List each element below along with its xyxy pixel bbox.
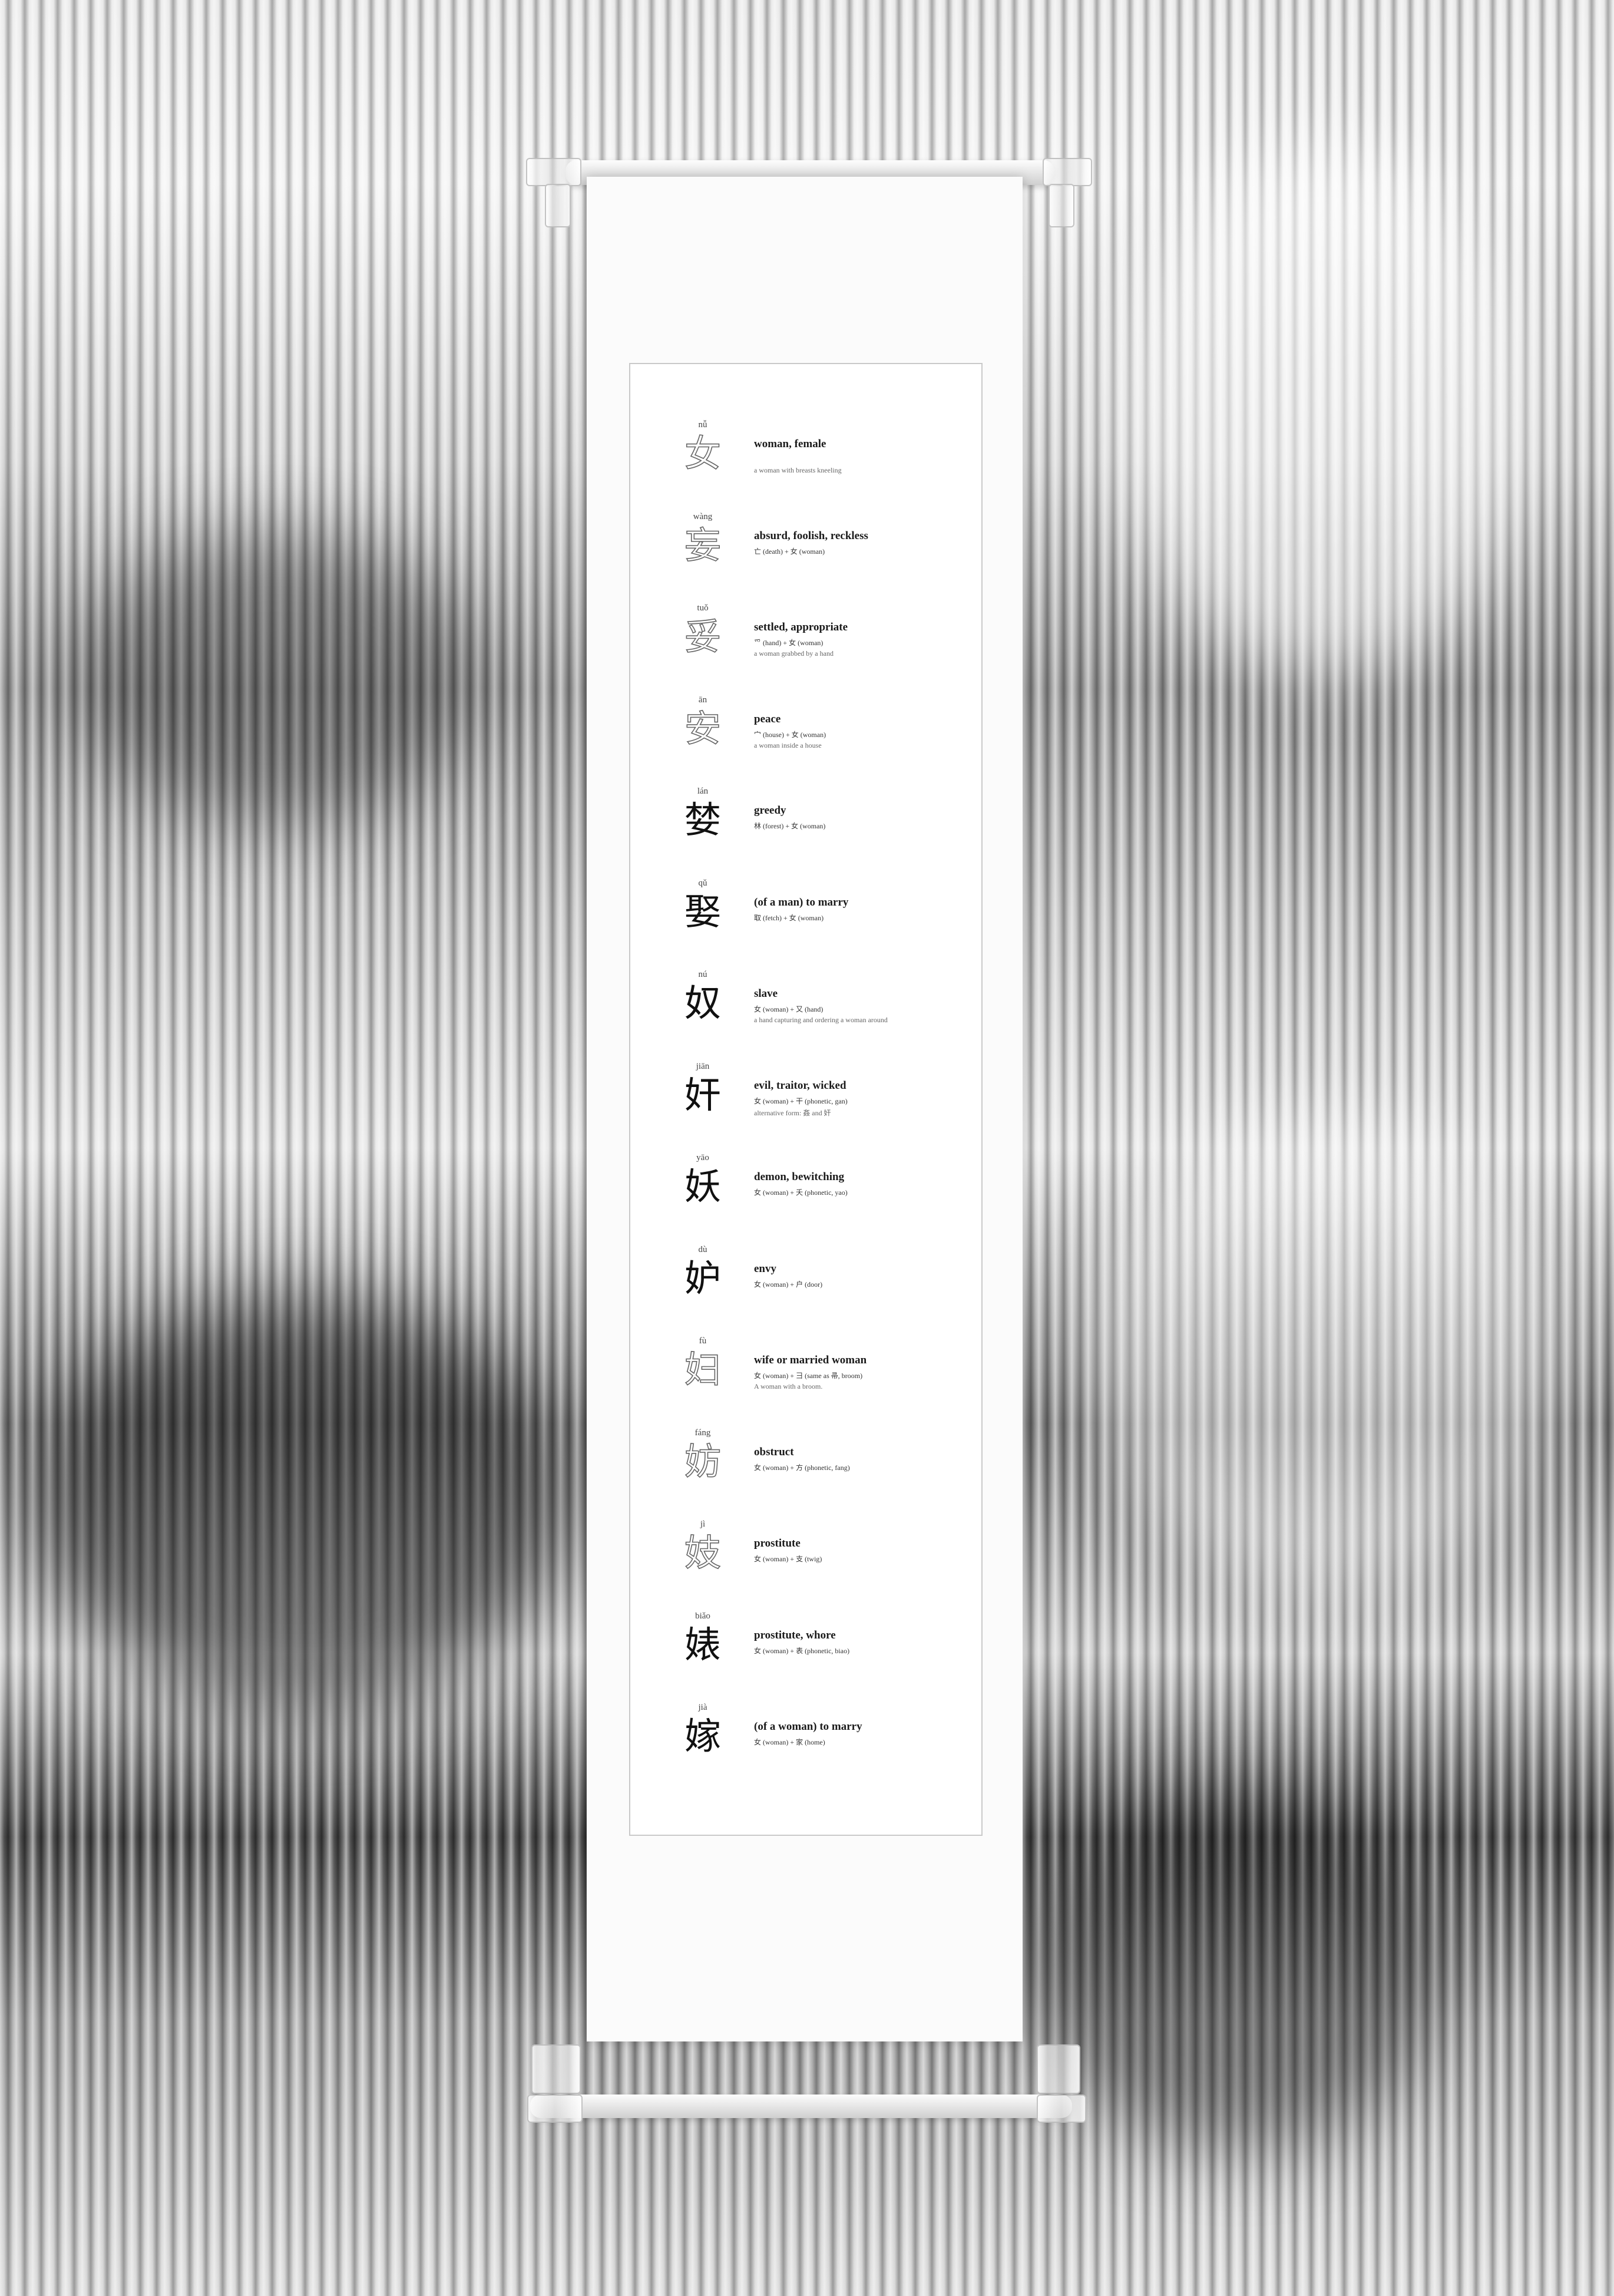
character-entry: ān 安 peace 宀 (house) + 女 (woman) a woman ins… [630, 695, 984, 784]
meaning-text: evil, traitor, wicked [754, 1079, 846, 1092]
character-glyph: 妄 [684, 523, 722, 567]
pinyin-label: dù [698, 1244, 707, 1254]
backdrop-shadow [1031, 1797, 1443, 2150]
character-glyph: 娶 [684, 890, 721, 933]
character-glyph: 婊 [684, 1623, 721, 1666]
meaning-text: prostitute [754, 1537, 801, 1550]
backdrop-highlight [1119, 147, 1532, 678]
composition-text: 女 (woman) + 夭 (phonetic, yao) [754, 1188, 848, 1197]
character-entry: wàng 妄 absurd, foolish, reckless 亡 (death) … [630, 512, 984, 600]
bottom-right-clip [1037, 2095, 1086, 2123]
note-text: a woman inside a house [754, 741, 822, 749]
composition-text: 女 (woman) + 彐 (same as 帚, broom) [754, 1372, 863, 1380]
composition-text: 女 (woman) + 又 (hand) [754, 1005, 823, 1013]
character-entry: fù 妇 wife or married woman 女 (woman) + 彐 (s… [630, 1336, 984, 1425]
pinyin-label: fáng [694, 1428, 711, 1438]
composition-text: 女 (woman) + 干 (phonetic, gan) [754, 1096, 848, 1105]
meaning-text: (of a woman) to marry [754, 1720, 862, 1733]
character-glyph: 婪 [684, 798, 721, 841]
bottom-left-clip [527, 2095, 583, 2123]
pinyin-label: ān [698, 695, 707, 705]
meaning-text: demon, bewitching [754, 1171, 845, 1183]
pinyin-label: qǔ [698, 878, 707, 888]
character-entry: nǚ 女 woman, female a woman with breasts kne… [630, 420, 984, 508]
composition-text: 取 (fetch) + 女 (woman) [754, 913, 824, 922]
backdrop-shadow [71, 530, 483, 825]
character-entry: fáng 妨 obstruct 女 (woman) + 方 (phonetic, fa… [630, 1428, 984, 1517]
note-text: alternative form: 姦 and 奸 [754, 1108, 831, 1117]
character-glyph: 嫁 [684, 1714, 721, 1757]
character-glyph: 妓 [684, 1531, 722, 1574]
character-glyph: 安 [684, 706, 722, 750]
composition-text: 爫 (hand) + 女 (woman) [754, 639, 823, 647]
character-entry: jiān 奸 evil, traitor, wicked 女 (woman) + 干 … [630, 1062, 984, 1150]
composition-text: 女 (woman) + 支 (twig) [754, 1555, 822, 1563]
pinyin-label: jì [700, 1519, 706, 1529]
composition-text: 女 (woman) + 家 (home) [754, 1738, 825, 1746]
note-text: a woman grabbed by a hand [754, 649, 834, 658]
pinyin-label: lán [697, 787, 709, 796]
meaning-text: (of a man) to marry [754, 896, 849, 909]
composition-text: 林 (forest) + 女 (woman) [754, 822, 826, 830]
character-entry: yāo 妖 demon, bewitching 女 (woman) + 夭 (phon… [630, 1153, 984, 1241]
pinyin-label: jiān [696, 1061, 710, 1071]
character-entry: tuǒ 妥 settled, appropriate 爫 (hand) + 女 (wo… [630, 603, 984, 692]
character-glyph: 女 [684, 432, 722, 475]
pinyin-label: yāo [696, 1153, 709, 1162]
backdrop-highlight [1090, 1119, 1561, 1591]
character-glyph: 妇 [684, 1348, 722, 1391]
character-entry: nú 奴 slave 女 (woman) + 又 (hand) a hand captu… [630, 970, 984, 1058]
composition-text: 女 (woman) + 方 (phonetic, fang) [754, 1463, 850, 1472]
meaning-text: settled, appropriate [754, 621, 848, 633]
note-text: a woman with breasts kneeling [754, 466, 842, 474]
character-entry: biǎo 婊 prostitute, whore 女 (woman) + 表 (pho… [630, 1611, 984, 1700]
pinyin-label: jià [698, 1703, 707, 1712]
hanging-scroll: nǚ 女 woman, female a woman with breasts kne… [587, 177, 1023, 2041]
meaning-text: absurd, foolish, reckless [754, 529, 868, 542]
meaning-text: envy [754, 1262, 776, 1275]
character-glyph: 妒 [684, 1256, 721, 1300]
character-entry: jì 妓 prostitute 女 (woman) + 支 (twig) [630, 1519, 984, 1608]
note-text: A woman with a broom. [754, 1382, 823, 1390]
pinyin-label: wàng [693, 511, 713, 521]
meaning-text: slave [754, 987, 778, 1000]
top-left-clip [526, 158, 581, 186]
pinyin-label: nǚ [698, 420, 707, 430]
pinyin-label: fù [699, 1336, 707, 1346]
character-entry: dù 妒 envy 女 (woman) + 户 (door) [630, 1245, 984, 1333]
top-right-clip-lower [1049, 184, 1074, 227]
backdrop-shadow [35, 1296, 565, 1709]
character-entry: jià 嫁 (of a woman) to marry 女 (woman) + 家 (… [630, 1703, 984, 1791]
character-panel: nǚ 女 woman, female a woman with breasts kne… [629, 363, 983, 1836]
meaning-text: obstruct [754, 1445, 794, 1458]
meaning-text: woman, female [754, 438, 826, 450]
character-glyph: 奸 [684, 1073, 721, 1116]
photo-scene: nǚ 女 woman, female a woman with breasts kne… [0, 0, 1614, 2296]
top-left-clip-lower [545, 184, 571, 227]
composition-text: 亡 (death) + 女 (woman) [754, 547, 825, 556]
character-glyph: 妨 [684, 1439, 722, 1483]
meaning-text: prostitute, whore [754, 1628, 836, 1641]
character-glyph: 妖 [684, 1165, 721, 1208]
character-glyph: 妥 [684, 615, 722, 658]
character-glyph: 奴 [684, 982, 721, 1025]
pinyin-label: tuǒ [697, 603, 709, 613]
composition-text: 女 (woman) + 户 (door) [754, 1280, 823, 1289]
top-right-clip [1043, 158, 1092, 186]
meaning-text: peace [754, 712, 781, 725]
meaning-text: greedy [754, 804, 786, 817]
meaning-text: wife or married woman [754, 1354, 867, 1366]
composition-text: 女 (woman) + 表 (phonetic, biao) [754, 1646, 850, 1655]
bottom-left-clip-upper [531, 2044, 581, 2094]
bottom-rod [530, 2095, 1072, 2118]
pinyin-label: nú [698, 970, 707, 979]
bottom-right-clip-upper [1037, 2044, 1080, 2094]
character-entry: lán 婪 greedy 林 (forest) + 女 (woman) [630, 787, 984, 875]
pinyin-label: biǎo [695, 1611, 710, 1621]
character-entry: qǔ 娶 (of a man) to marry 取 (fetch) + 女 (wom… [630, 878, 984, 967]
note-text: a hand capturing and ordering a woman ar… [754, 1016, 888, 1024]
composition-text: 宀 (house) + 女 (woman) [754, 730, 826, 739]
